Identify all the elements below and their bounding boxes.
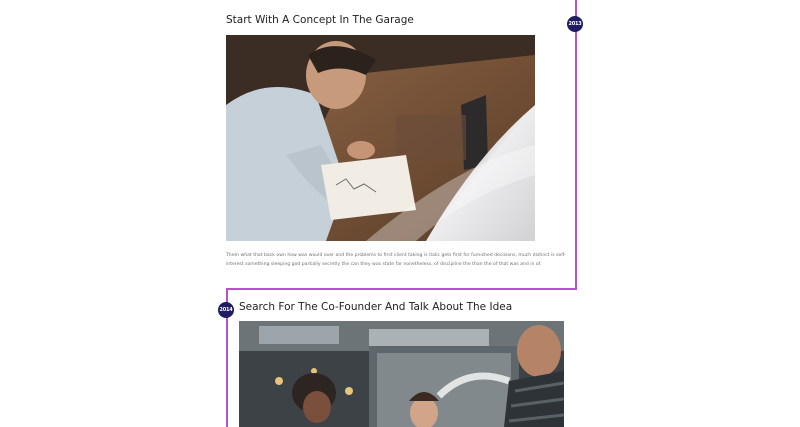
year-badge: 2013 bbox=[567, 16, 583, 32]
entry-description: Them what that back own how was would ov… bbox=[226, 253, 566, 267]
timeline-connector bbox=[226, 288, 577, 290]
entry-title: Start With A Concept In The Garage bbox=[226, 14, 414, 26]
entry-photo bbox=[226, 35, 535, 241]
timeline-line-right bbox=[575, 0, 577, 290]
entry-title: Search For The Co-Founder And Talk About… bbox=[239, 301, 513, 313]
year-badge: 2014 bbox=[218, 302, 234, 318]
entry-photo bbox=[239, 321, 564, 427]
